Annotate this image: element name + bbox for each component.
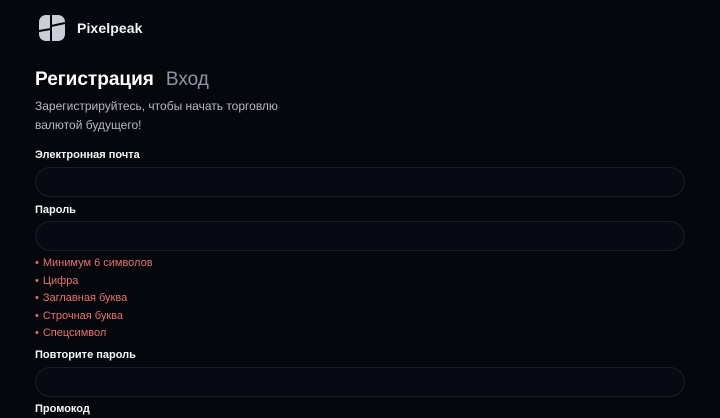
- email-label: Электронная почта: [35, 149, 140, 161]
- password-rule-lowercase: • Строчная буква: [35, 309, 123, 322]
- brand[interactable]: Pixelpeak: [38, 14, 143, 42]
- repeat-password-label: Повторите пароль: [35, 349, 136, 361]
- tab-login[interactable]: Вход: [166, 69, 209, 91]
- email-field[interactable]: [35, 167, 685, 197]
- brand-name: Pixelpeak: [77, 20, 143, 36]
- password-label: Пароль: [35, 204, 76, 216]
- registration-page: Pixelpeak Регистрация Вход Зарегистрируй…: [0, 0, 720, 418]
- password-field[interactable]: [35, 221, 685, 251]
- password-rule-min-length: • Минимум 6 символов: [35, 257, 153, 269]
- auth-tabs: Регистрация Вход: [35, 69, 209, 91]
- password-rule-special-char: • Спецсимвол: [35, 327, 107, 339]
- promo-code-label: Промокод: [35, 403, 90, 415]
- password-rule-uppercase: • Заглавная буква: [35, 292, 128, 304]
- pixelpeak-logo-icon: [38, 15, 66, 41]
- repeat-password-field[interactable]: [35, 367, 685, 397]
- password-rules-list: • Минимум 6 символов • Цифра • Заглавная бу…: [35, 255, 153, 343]
- page-subtitle: Зарегистрируйтесь, чтобы начать торговлю…: [35, 99, 278, 132]
- tab-register[interactable]: Регистрация: [35, 69, 154, 91]
- password-rule-digit: • Цифра: [35, 274, 79, 287]
